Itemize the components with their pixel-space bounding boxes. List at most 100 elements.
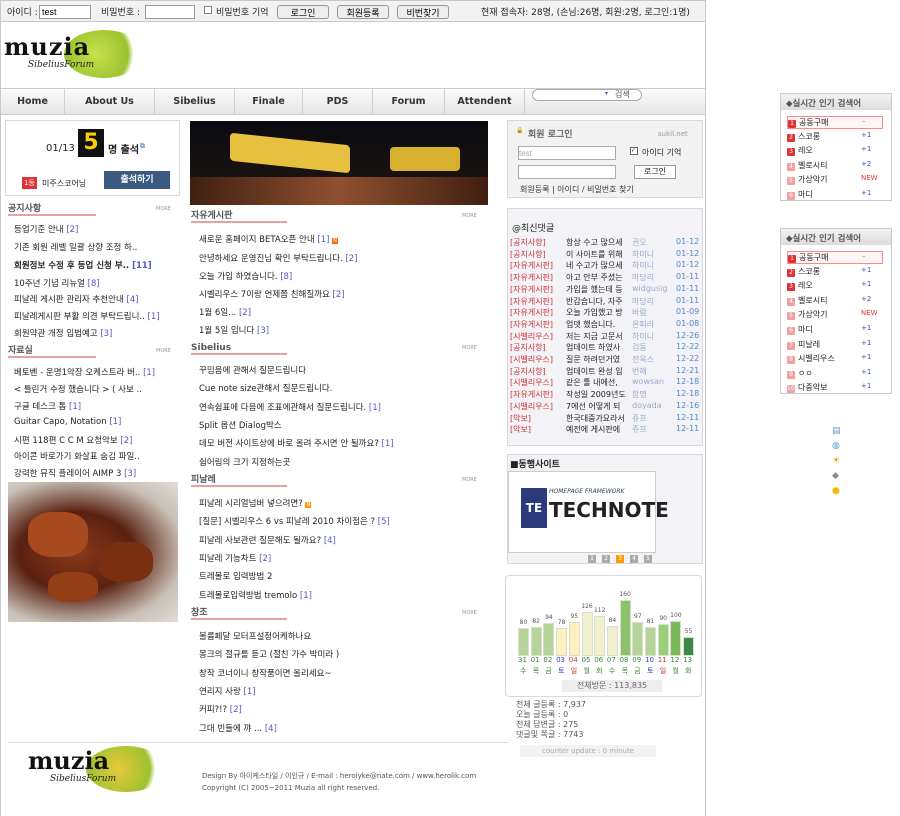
nav-forum[interactable]: Forum xyxy=(373,89,445,114)
nav-sibelius[interactable]: Sibelius xyxy=(155,89,235,114)
comment-user[interactable]: 번해 xyxy=(632,366,672,377)
comment-date[interactable]: 12-21 xyxy=(676,366,702,375)
comment-date[interactable]: 12-26 xyxy=(676,331,702,340)
comment-board[interactable]: [자유게시판] xyxy=(510,296,564,307)
logo[interactable]: muzia SibeliusForum xyxy=(4,28,144,80)
popular-item[interactable]: 1 공동구매 – xyxy=(787,116,883,129)
nav-finale[interactable]: Finale xyxy=(235,89,303,114)
list-item[interactable]: 시벨리우스 7이랑 언제쯤 친해질까요 [2] xyxy=(199,288,345,300)
comment-date[interactable]: 12-11 xyxy=(676,424,702,433)
list-item[interactable]: 베토벤 - 운명1악장 오케스트라 버.. [1] xyxy=(14,366,186,378)
comment-board[interactable]: [자유게시판] xyxy=(510,260,564,271)
bulb-icon[interactable]: ● xyxy=(832,484,841,499)
comment-date[interactable]: 01-12 xyxy=(676,237,702,246)
page-3[interactable]: 3 xyxy=(616,555,624,563)
comment-user[interactable]: 전욱스 xyxy=(632,354,672,365)
comment-board[interactable]: [시벨리우스] xyxy=(510,331,564,342)
list-item[interactable]: Split 옵션 Dialog박스 xyxy=(199,419,282,431)
comment-board[interactable]: [시벨리우스] xyxy=(510,354,564,365)
dropdown-icon[interactable]: ▾ xyxy=(605,90,613,98)
list-item[interactable]: Cue note size관해서 질문드립니다. xyxy=(199,382,332,394)
comment-text[interactable]: 이 사이트를 위해 xyxy=(566,249,628,260)
document-icon[interactable]: ▤ xyxy=(832,424,841,439)
remember-id-checkbox[interactable]: ✓ xyxy=(630,147,638,155)
comment-date[interactable]: 01-11 xyxy=(676,284,702,293)
list-item[interactable]: 쉼어림의 크기 지정하는곳 xyxy=(199,456,290,468)
list-item[interactable]: 새로운 홈페이지 BETA오픈 안내 [1] N xyxy=(199,233,338,245)
popular-item[interactable]: 2 스코롱 +1 xyxy=(787,131,883,142)
comment-user[interactable]: 온피라 xyxy=(632,319,672,330)
list-item[interactable]: 1월 6일... [2] xyxy=(199,306,251,318)
comment-user[interactable]: 마당리 xyxy=(632,296,672,307)
list-item[interactable]: 볼륨페달 모터프설정어케하나요 xyxy=(199,630,311,642)
popular-item[interactable]: 4 벨로시티 +2 xyxy=(787,295,883,306)
comment-board[interactable]: [공지사항] xyxy=(510,366,564,377)
member-id-input[interactable] xyxy=(518,146,616,160)
comment-user[interactable]: 함명 xyxy=(632,389,672,400)
remember-checkbox[interactable] xyxy=(204,6,212,14)
list-item[interactable]: 창작 코너이니 창작품이면 올리세요~ xyxy=(199,667,332,679)
comment-board[interactable]: [자유게시판] xyxy=(510,389,564,400)
comment-date[interactable]: 01-11 xyxy=(676,296,702,305)
comment-user[interactable]: widgusig xyxy=(632,284,672,293)
list-item[interactable]: 회원약관 개정 입법예고 [3] xyxy=(14,327,112,339)
list-item[interactable]: 연리지 사랑 [1] xyxy=(199,685,256,697)
list-item[interactable]: 구글 데스크 톱 [1] xyxy=(14,400,81,412)
popular-item[interactable]: 3 레오 +1 xyxy=(787,145,883,157)
comment-user[interactable]: doyada xyxy=(632,401,672,410)
page-1[interactable]: 1 xyxy=(588,555,596,563)
list-item[interactable]: 등업기준 안내 [2] xyxy=(14,223,78,235)
comment-date[interactable]: 12-18 xyxy=(676,389,702,398)
list-item[interactable]: < 틀린거 수정 했습니다 > ( 사보 .. xyxy=(14,383,186,395)
list-item[interactable]: 회원정보 수정 후 등업 신청 부.. [11] xyxy=(14,259,152,271)
comment-text[interactable]: 가입을 했는데 등 xyxy=(566,284,628,295)
comment-text[interactable]: 한국대중가요라서 xyxy=(566,413,628,424)
comment-board[interactable]: [자유게시판] xyxy=(510,272,564,283)
attend-button[interactable]: 출석하기 xyxy=(104,171,170,189)
list-item[interactable]: 몽크의 절규를 듣고 (절친 가수 박미라 ) xyxy=(199,648,339,660)
food-photo[interactable] xyxy=(8,482,178,622)
member-links[interactable]: 회원등록 | 아이디 / 비밀번호 찾기 xyxy=(520,184,634,195)
creative-more[interactable]: MORE xyxy=(462,610,477,616)
comment-board[interactable]: [공지사항] xyxy=(510,342,564,353)
page-2[interactable]: 2 xyxy=(602,555,610,563)
search-button[interactable]: 검색 xyxy=(615,89,630,100)
popup-icon[interactable]: ⧉ xyxy=(140,142,145,151)
popular-item[interactable]: 6 마디 +1 xyxy=(787,189,883,200)
list-item[interactable]: 피날레 기능차트 [2] xyxy=(199,552,271,564)
popular-item[interactable]: 6 마디 +1 xyxy=(787,324,883,335)
comment-text[interactable]: 질문 하려던거였 xyxy=(566,354,628,365)
comment-board[interactable]: [시벨리우스] xyxy=(510,401,564,412)
comment-text[interactable]: 오늘 가입했고 방 xyxy=(566,307,628,318)
page-5[interactable]: 5 xyxy=(644,555,652,563)
comment-user[interactable]: 검동 xyxy=(632,342,672,353)
list-item[interactable]: 피날레 시리얼넘버 넣으려면? N xyxy=(199,497,312,509)
comment-board[interactable]: [악보] xyxy=(510,424,564,435)
member-login-button[interactable]: 로그인 xyxy=(634,165,676,179)
comment-user[interactable]: 마당리 xyxy=(632,272,672,283)
popular-item[interactable]: 8 시벨리우스 +1 xyxy=(787,353,883,365)
comment-user[interactable]: 하미니 xyxy=(632,249,672,260)
comment-date[interactable]: 12-18 xyxy=(676,377,702,386)
comment-text[interactable]: 반갑습니다, 자주 xyxy=(566,296,628,307)
comment-date[interactable]: 01-11 xyxy=(676,272,702,281)
comment-text[interactable]: 업데이트 하였사 xyxy=(566,342,628,353)
comment-text[interactable]: 작성일 2009년도 xyxy=(566,389,628,400)
comment-date[interactable]: 01-08 xyxy=(676,319,702,328)
login-button[interactable]: 로그인 xyxy=(277,5,329,19)
comment-date[interactable]: 01-09 xyxy=(676,307,702,316)
popular-item[interactable]: 7 피날레 +1 xyxy=(787,339,883,350)
comment-board[interactable]: [자유게시판] xyxy=(510,307,564,318)
popular-item[interactable]: 3 레오 +1 xyxy=(787,280,883,292)
comment-date[interactable]: 12-16 xyxy=(676,401,702,410)
list-item[interactable]: Guitar Capo, Notation [1] xyxy=(14,417,121,427)
comment-text[interactable]: 네 수고가 많으세 xyxy=(566,260,628,271)
list-item[interactable]: 아이콘 바로가기 화살표 숨김 파일.. xyxy=(14,450,186,462)
comment-text[interactable]: 같은 툴 내에선, xyxy=(566,377,628,388)
list-item[interactable]: 시편 118편 C C M 요청악보 [2] xyxy=(14,434,132,446)
nav-pds[interactable]: PDS xyxy=(303,89,373,114)
list-item[interactable]: 강력한 뮤직 플레이어 AIMP 3 [3] xyxy=(14,467,136,479)
comment-user[interactable]: 쥬프 xyxy=(632,424,672,435)
tag-icon[interactable]: ◆ xyxy=(832,469,841,484)
comment-user[interactable]: 권오 xyxy=(632,237,672,248)
